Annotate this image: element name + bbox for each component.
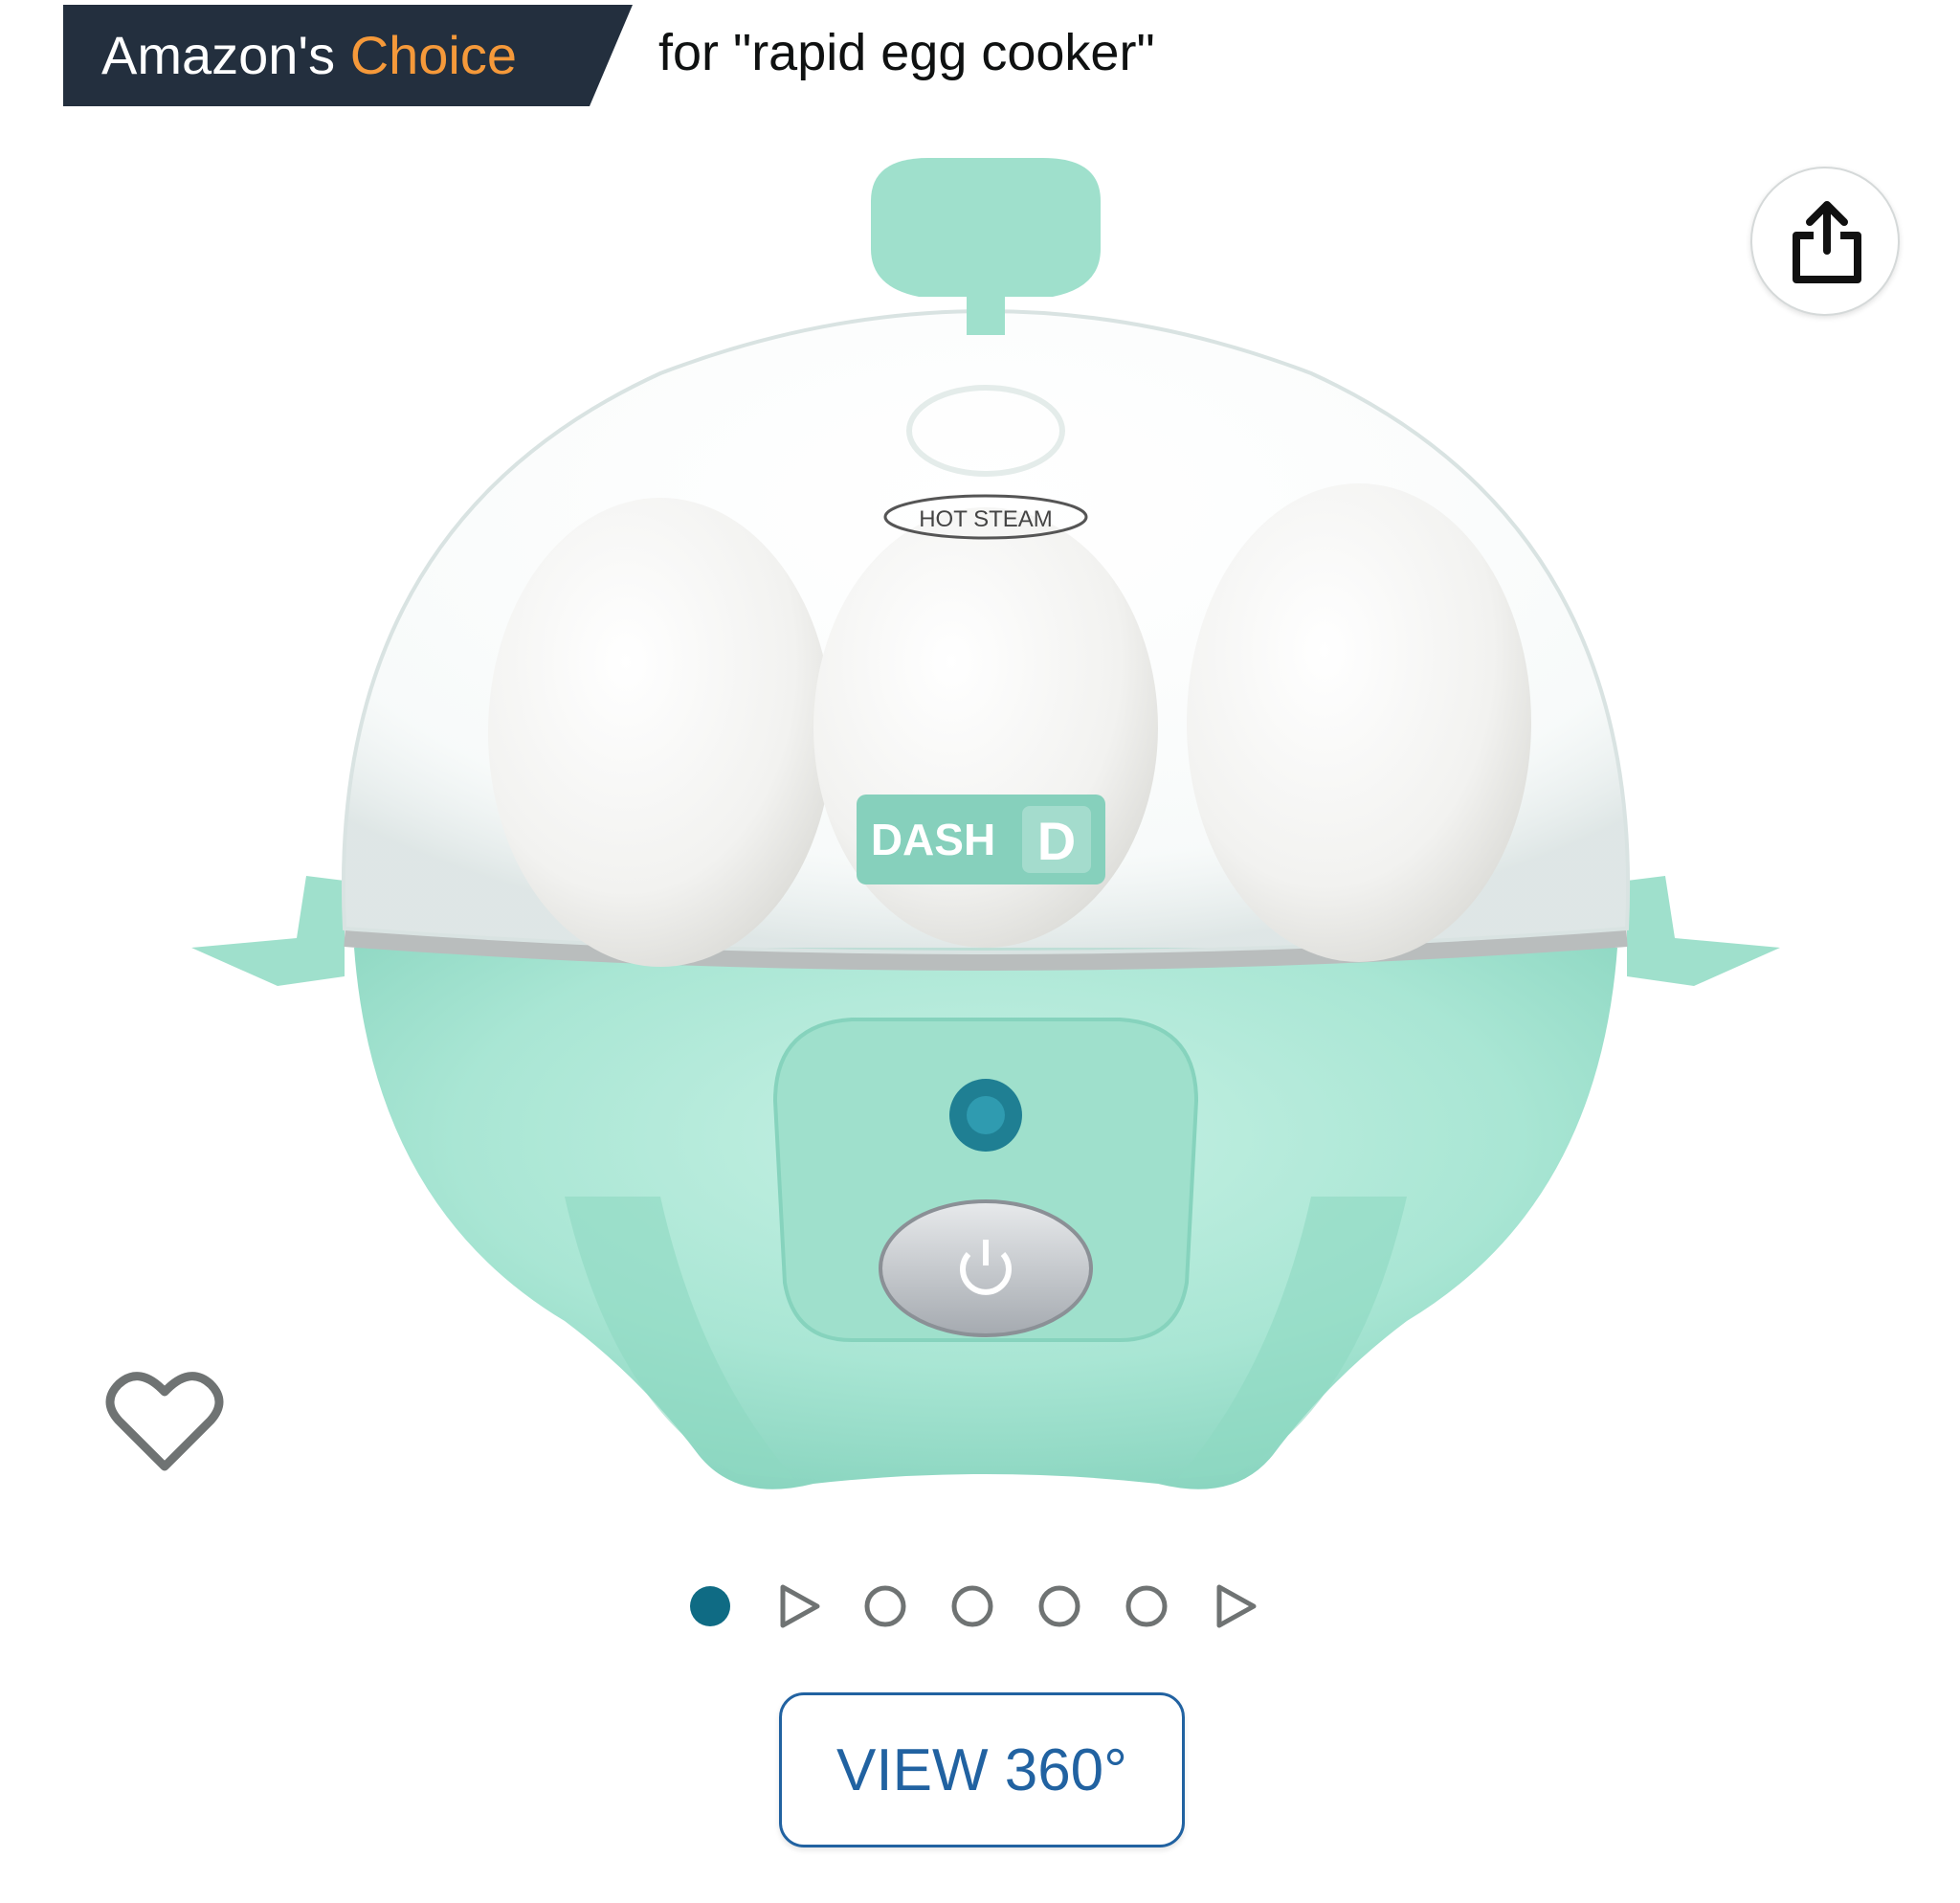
carousel-dot-4[interactable] — [1036, 1583, 1082, 1629]
badge-label: Amazon's Choice — [101, 5, 517, 106]
hot-steam-label: HOT STEAM — [919, 506, 1053, 532]
power-button — [879, 1199, 1093, 1337]
egg-right — [1187, 483, 1531, 962]
view-360-button[interactable]: VIEW 360° — [779, 1692, 1185, 1847]
egg-cooker-illustration: DASH D HOT STEAM — [191, 158, 1780, 1489]
heart-icon — [105, 1372, 224, 1471]
carousel-dot-3[interactable] — [949, 1583, 995, 1629]
left-handle — [191, 876, 345, 986]
product-image[interactable]: DASH D HOT STEAM — [163, 144, 1809, 1503]
carousel-dot-5[interactable] — [1124, 1583, 1169, 1629]
badge-choice-text: Choice — [349, 25, 518, 85]
egg-left — [488, 498, 833, 967]
add-to-wishlist-button[interactable] — [105, 1367, 224, 1474]
badge-brand-text: Amazon's — [101, 25, 336, 85]
amazons-choice-badge: Amazon's Choice — [63, 5, 637, 106]
badge-context-text: for "rapid egg cooker" — [658, 24, 1155, 81]
right-handle — [1627, 876, 1780, 986]
dash-logo-text: DASH — [871, 815, 995, 864]
carousel-video-indicator-1[interactable] — [775, 1583, 821, 1629]
image-carousel-indicators — [687, 1578, 1281, 1635]
carousel-dot-2[interactable] — [862, 1583, 908, 1629]
svg-text:D: D — [1037, 811, 1076, 871]
lid-knob — [871, 158, 1101, 297]
carousel-dot-1[interactable] — [687, 1583, 733, 1629]
carousel-video-indicator-2[interactable] — [1212, 1583, 1258, 1629]
